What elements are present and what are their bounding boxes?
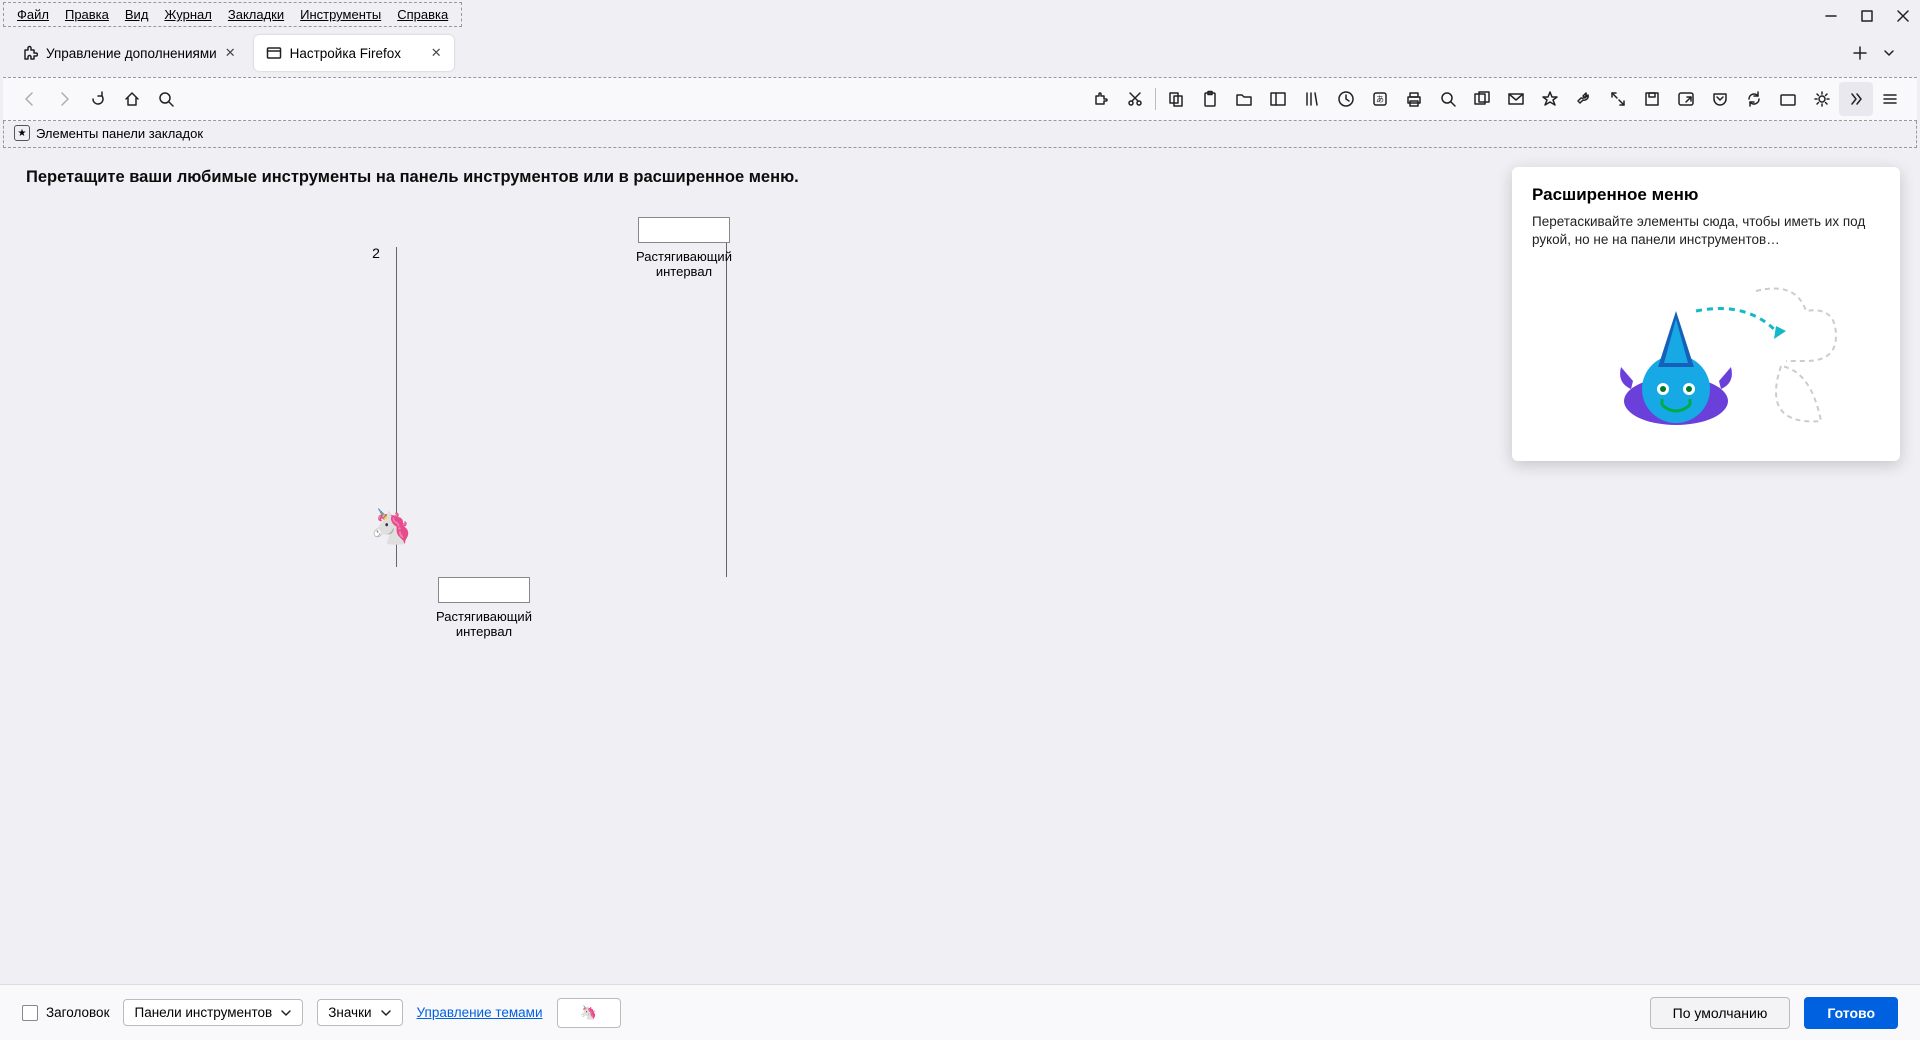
menu-bar: Файл Правка Вид Журнал Закладки Инструме… — [3, 2, 462, 27]
save-page-icon[interactable] — [1635, 82, 1669, 116]
copy-icon[interactable] — [1159, 82, 1193, 116]
open-file-icon[interactable] — [1227, 82, 1261, 116]
settings-gear-icon[interactable] — [1805, 82, 1839, 116]
unicorn-icon: 🦄 — [370, 507, 412, 547]
history-icon[interactable] — [1329, 82, 1363, 116]
separator — [1155, 88, 1156, 110]
sidebar-icon[interactable] — [1261, 82, 1295, 116]
sync-tabs-icon[interactable] — [1737, 82, 1771, 116]
star-icon: ★ — [14, 125, 30, 141]
paste-icon[interactable] — [1193, 82, 1227, 116]
tab-bar: Управление дополнениями ✕ Настройка Fire… — [0, 27, 1920, 71]
overflow-panel-title: Расширенное меню — [1532, 185, 1880, 205]
menu-help[interactable]: Справка — [389, 5, 456, 24]
puzzle-icon — [22, 45, 38, 61]
new-tab-button[interactable] — [1852, 45, 1868, 61]
dropdown-label: Значки — [328, 1005, 371, 1020]
tab-label: Настройка Firefox — [290, 46, 423, 61]
checkbox-label: Заголовок — [46, 1005, 109, 1020]
extension-icon[interactable] — [1084, 82, 1118, 116]
palette-item-badge[interactable]: 2 — [326, 245, 426, 261]
restore-defaults-button[interactable]: По умолчанию — [1650, 997, 1791, 1029]
customize-icon — [266, 45, 282, 61]
toolbars-dropdown[interactable]: Панели инструментов — [123, 999, 303, 1026]
bookmark-star-icon[interactable] — [1533, 82, 1567, 116]
close-icon[interactable]: ✕ — [431, 45, 442, 61]
print-icon[interactable] — [1397, 82, 1431, 116]
overflow-chevron-icon[interactable] — [1839, 82, 1873, 116]
unicorn-icon: 🦄 — [580, 1005, 597, 1021]
bookmarks-bar-label: Элементы панели закладок — [36, 126, 203, 141]
nav-toolbar: あ — [3, 77, 1917, 121]
themes-link[interactable]: Управление темами — [417, 1005, 543, 1020]
done-button[interactable]: Готово — [1804, 997, 1898, 1029]
all-tabs-button[interactable] — [1882, 46, 1896, 60]
chevron-down-icon — [380, 1007, 392, 1019]
new-window-icon[interactable] — [1465, 82, 1499, 116]
dropdown-label: Панели инструментов — [134, 1005, 272, 1020]
library-icon[interactable] — [1295, 82, 1329, 116]
close-icon[interactable]: ✕ — [225, 45, 236, 61]
palette-item-label: Растягивающий интервал — [634, 249, 734, 279]
home-button[interactable] — [115, 82, 149, 116]
checkbox-icon — [22, 1005, 38, 1021]
flexspace-box — [638, 217, 730, 243]
menu-edit[interactable]: Правка — [57, 5, 117, 24]
overflow-panel[interactable]: Расширенное меню Перетаскивайте элементы… — [1512, 167, 1900, 461]
menu-view[interactable]: Вид — [117, 5, 157, 24]
bookmarks-bar[interactable]: ★ Элементы панели закладок — [3, 121, 1917, 148]
reload-button[interactable] — [81, 82, 115, 116]
titlebar-checkbox[interactable]: Заголовок — [22, 1005, 109, 1021]
search-button[interactable] — [149, 82, 183, 116]
app-menu-button[interactable] — [1873, 82, 1907, 116]
private-browsing-icon[interactable] — [1669, 82, 1703, 116]
palette-item-label: Растягивающий интервал — [434, 609, 534, 639]
forward-button[interactable] — [47, 82, 81, 116]
menu-bookmarks[interactable]: Закладки — [220, 5, 292, 24]
customize-footer: Заголовок Панели инструментов Значки Упр… — [0, 984, 1920, 1040]
density-dropdown[interactable]: Значки — [317, 999, 402, 1026]
pocket-icon[interactable] — [1703, 82, 1737, 116]
screenshot-icon[interactable] — [1771, 82, 1805, 116]
palette-item-flexspace[interactable]: Растягивающий интервал — [434, 577, 534, 639]
find-icon[interactable] — [1431, 82, 1465, 116]
chevron-down-icon — [280, 1007, 292, 1019]
maximize-icon[interactable] — [1858, 7, 1876, 25]
tab-customize[interactable]: Настройка Firefox ✕ — [254, 35, 454, 71]
svg-text:あ: あ — [1376, 95, 1384, 104]
palette-divider — [726, 237, 727, 577]
menu-history[interactable]: Журнал — [156, 5, 219, 24]
menu-file[interactable]: Файл — [9, 5, 57, 24]
overflow-illustration — [1532, 271, 1880, 441]
window-controls — [1822, 7, 1912, 25]
minimize-icon[interactable] — [1822, 7, 1840, 25]
email-link-icon[interactable] — [1499, 82, 1533, 116]
tab-addons[interactable]: Управление дополнениями ✕ — [10, 35, 248, 71]
badge-label: 2 — [326, 245, 426, 261]
overflow-panel-body: Перетаскивайте элементы сюда, чтобы имет… — [1532, 213, 1880, 249]
palette-item-flexspace[interactable]: Растягивающий интервал — [634, 217, 734, 279]
devtools-icon[interactable] — [1567, 82, 1601, 116]
flexspace-box — [438, 577, 530, 603]
theme-preview-button[interactable]: 🦄 — [557, 998, 621, 1028]
character-encoding-icon[interactable]: あ — [1363, 82, 1397, 116]
menu-tools[interactable]: Инструменты — [292, 5, 389, 24]
cut-icon[interactable] — [1118, 82, 1152, 116]
tab-label: Управление дополнениями — [46, 46, 217, 61]
close-window-icon[interactable] — [1894, 7, 1912, 25]
fullscreen-icon[interactable] — [1601, 82, 1635, 116]
back-button[interactable] — [13, 82, 47, 116]
